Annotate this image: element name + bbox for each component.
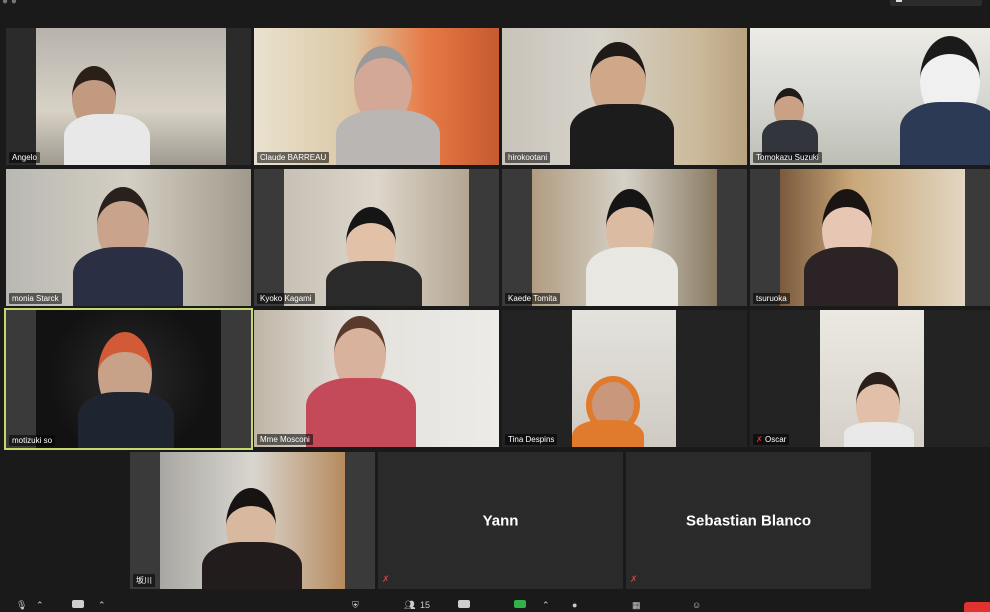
video-tile-sakagawa[interactable]: 坂川 [130, 452, 375, 589]
video-tile-mme-mosconi[interactable]: Mme Mosconi [254, 310, 499, 447]
participant-name: Kyoko Kagami [257, 293, 315, 304]
video-camera-icon[interactable] [72, 600, 84, 608]
apps-grid-icon[interactable]: ▦ [632, 600, 641, 611]
participant-name: Mme Mosconi [257, 434, 313, 445]
participant-name-text: Oscar [765, 435, 787, 444]
participant-name: Tina Despins [505, 434, 558, 445]
participant-name: tsuruoka [753, 293, 790, 304]
video-tile-motizuki-so-active-speaker[interactable]: motizuki so [4, 308, 253, 450]
participant-tile-yann[interactable]: Yann ✗ [378, 452, 623, 589]
mic-muted-icon: ✗ [756, 435, 763, 444]
participant-name: motizuki so [9, 435, 56, 446]
mic-muted-icon: ✗ [382, 574, 390, 584]
video-tile-angelo[interactable]: Angelo [6, 28, 251, 165]
chat-icon[interactable] [458, 600, 470, 608]
video-tile-claude-barreau[interactable]: Claude BARREAU [254, 28, 499, 165]
video-tile-monia-starck[interactable]: monia Starck [6, 169, 251, 306]
video-tile-hirokootani[interactable]: hirokootani [502, 28, 747, 165]
shield-icon[interactable]: ⛨ [352, 600, 359, 611]
participant-name: 坂川 [133, 574, 155, 587]
end-meeting-button[interactable] [964, 602, 990, 612]
participant-name: Tomokazu Suzuki [753, 152, 822, 163]
participant-name: Kaede Tomita [505, 293, 560, 304]
participants-icon[interactable]: 👥︎ [404, 600, 415, 611]
video-tile-kaede-tomita[interactable]: Kaede Tomita [502, 169, 747, 306]
chevron-up-icon[interactable]: ⌃ [98, 600, 106, 611]
record-icon[interactable]: ● [572, 600, 577, 610]
view-toggle-button[interactable] [890, 0, 982, 6]
video-tile-tomokazu-suzuki[interactable]: Tomokazu Suzuki [750, 28, 990, 165]
participant-tile-sebastian-blanco[interactable]: Sebastian Blanco ✗ [626, 452, 871, 589]
video-tile-tina-despins[interactable]: Tina Despins [502, 310, 747, 447]
window-controls-icon[interactable]: ● ● [2, 0, 17, 7]
meeting-toolbar: 🎙︎ ⌃ ⌃ ⛨ 👥︎ 15 ⌃ ● ▦ ☺ [0, 596, 990, 612]
share-screen-icon[interactable] [514, 600, 526, 608]
chevron-up-icon[interactable]: ⌃ [542, 600, 550, 611]
participant-display-name: Yann [482, 512, 519, 529]
chevron-up-icon[interactable]: ⌃ [36, 600, 44, 611]
reactions-icon[interactable]: ☺ [692, 600, 701, 610]
microphone-icon[interactable]: 🎙︎ [16, 600, 27, 611]
participant-name: hirokootani [505, 152, 551, 163]
participants-count: 15 [420, 600, 431, 610]
participant-name: Claude BARREAU [257, 152, 330, 163]
video-tile-tsuruoka[interactable]: tsuruoka [750, 169, 990, 306]
mic-muted-icon: ✗ [630, 574, 638, 584]
participant-display-name: Sebastian Blanco [685, 512, 812, 529]
video-tile-oscar[interactable]: ✗ Oscar [750, 310, 990, 447]
video-tile-kyoko-kagami[interactable]: Kyoko Kagami [254, 169, 499, 306]
participant-name: Angelo [9, 152, 40, 163]
top-bar: ● ● [0, 0, 990, 26]
participant-name: monia Starck [9, 293, 62, 304]
participant-name: ✗ Oscar [753, 434, 790, 445]
